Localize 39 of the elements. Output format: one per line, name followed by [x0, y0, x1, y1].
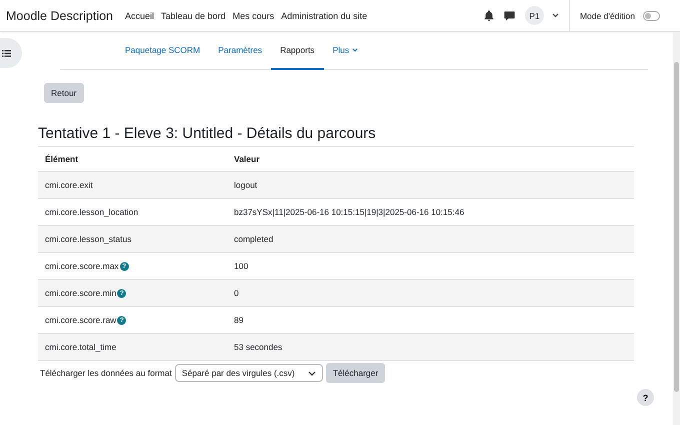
table-cell: cmi.core.score.raw	[45, 315, 116, 325]
table-cell: logout	[234, 180, 258, 190]
chat-icon[interactable]	[504, 10, 515, 20]
bell-icon[interactable]	[484, 10, 494, 21]
nav-tab[interactable]: Paquetage SCORM	[116, 32, 210, 70]
scrollbar[interactable]	[673, 32, 680, 425]
nav-link[interactable]: Tableau de bord	[161, 10, 226, 20]
table-cell: bz37sYSx|11|2025-06-16 10:15:15|19|3|2025-06-16 10:15:46	[234, 207, 464, 217]
back-button[interactable]: Retour	[44, 83, 84, 103]
table-cell: 89	[234, 315, 244, 325]
nav-link[interactable]: Mes cours	[232, 10, 274, 20]
table-cell: 53 secondes	[234, 342, 282, 352]
nav-tab[interactable]: Rapports	[271, 32, 324, 70]
table-cell: 100	[234, 261, 248, 271]
table-cell: cmi.core.lesson_status	[45, 234, 132, 244]
format-dropdown[interactable]: Séparé par des virgules (.csv)	[174, 364, 323, 382]
page-heading: Tentative 1 - Eleve 3: Untitled - Détails du parcours	[38, 125, 377, 142]
download-button[interactable]: Télécharger	[326, 363, 386, 383]
caret-icon	[352, 48, 358, 52]
nav-link[interactable]: Accueil	[125, 10, 154, 20]
list-icon	[2, 50, 11, 56]
chevron-down-icon	[308, 370, 316, 376]
site-name[interactable]: Moodle Description	[6, 8, 113, 22]
edit-mode-label: Mode d'édition	[580, 10, 635, 20]
table-cell: 0	[234, 288, 239, 298]
chevron-down-icon[interactable]	[552, 13, 559, 18]
download-label: Télécharger les données au format	[40, 368, 172, 378]
nav-tab[interactable]: Plus	[324, 32, 368, 70]
help-button[interactable]: ?	[637, 389, 654, 406]
table-cell: cmi.core.total_time	[45, 342, 116, 352]
table-cell: cmi.core.score.min	[45, 288, 116, 298]
nav-tab[interactable]: Paramètres	[209, 32, 272, 70]
table-cell: cmi.core.score.max	[45, 261, 119, 271]
table-cell: cmi.core.lesson_location	[45, 207, 138, 217]
table-cell: cmi.core.exit	[45, 180, 93, 190]
edit-mode-toggle[interactable]	[643, 10, 660, 20]
user-avatar[interactable]: P1	[524, 6, 544, 25]
nav-link[interactable]: Administration du site	[281, 10, 368, 20]
table-cell: completed	[234, 234, 274, 244]
